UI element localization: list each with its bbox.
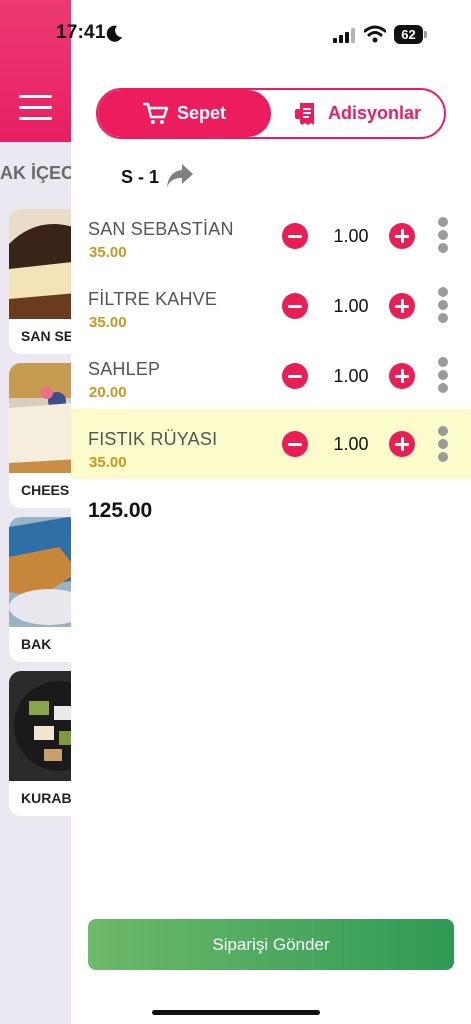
tab-tickets-label: Adisyonlar [327, 103, 422, 123]
moon-icon [106, 25, 122, 42]
status-bar: 17:41 62 [0, 0, 471, 70]
tab-cart[interactable]: Sepet [98, 90, 271, 137]
order-item-name: FISTIK RÜYASI [88, 429, 218, 449]
order-item-quantity: 1.00 [333, 366, 369, 386]
order-item-price: 35.00 [89, 244, 127, 261]
product-image [9, 363, 71, 473]
product-card[interactable]: BAK [9, 517, 71, 662]
battery-indicator: 62 [394, 25, 427, 44]
product-name: KURAB [21, 790, 71, 806]
product-card[interactable]: CHEES [9, 363, 71, 508]
order-item-quantity: 1.00 [333, 226, 369, 246]
status-time: 17:41 [56, 22, 106, 43]
product-name: CHEES [21, 482, 70, 498]
category-label[interactable]: AK İÇEC [0, 163, 71, 184]
order-item-row[interactable]: FİLTRE KAHVE 35.00 1.00 [71, 279, 471, 349]
signal-icon [333, 28, 355, 43]
order-item-name: SAHLEP [88, 359, 161, 379]
home-indicator[interactable] [152, 1010, 320, 1015]
more-options-icon[interactable] [438, 426, 448, 462]
order-item-price: 20.00 [89, 384, 127, 401]
order-item-price: 35.00 [89, 454, 127, 471]
product-panel: AK İÇEC SAN SE CHEES BAK KURAB [0, 0, 71, 1024]
order-item-name: SAN SEBASTİAN [88, 219, 234, 239]
cart-icon [142, 102, 169, 124]
cart-panel: Sepet Adisyonlar S - 1 SAN SEBASTİAN 35.… [71, 0, 471, 1024]
order-item-price: 35.00 [89, 314, 127, 331]
transfer-arrow-icon[interactable] [166, 163, 194, 188]
decrease-quantity-button[interactable] [282, 223, 308, 249]
product-image [9, 517, 71, 627]
increase-quantity-button[interactable] [389, 293, 415, 319]
order-item-quantity: 1.00 [333, 296, 369, 316]
receipt-icon [294, 102, 314, 125]
order-item-row-selected[interactable]: FISTIK RÜYASI 35.00 1.00 [71, 409, 471, 479]
product-image [9, 671, 71, 781]
order-total: 125.00 [88, 499, 153, 522]
more-options-icon[interactable] [438, 357, 448, 393]
decrease-quantity-button[interactable] [282, 431, 308, 457]
hamburger-menu-icon[interactable] [19, 95, 52, 120]
more-options-icon[interactable] [438, 217, 448, 253]
order-item-quantity: 1.00 [333, 434, 369, 454]
table-label: S - 1 [121, 167, 160, 187]
increase-quantity-button[interactable] [389, 363, 415, 389]
wifi-icon [364, 25, 386, 43]
decrease-quantity-button[interactable] [282, 293, 308, 319]
product-name: SAN SE [21, 328, 71, 344]
more-options-icon[interactable] [438, 287, 448, 323]
battery-level: 62 [401, 27, 416, 42]
product-card[interactable]: KURAB [9, 671, 71, 816]
decrease-quantity-button[interactable] [282, 363, 308, 389]
product-card[interactable]: SAN SE [9, 209, 71, 354]
order-item-row[interactable]: SAN SEBASTİAN 35.00 1.00 [71, 209, 471, 279]
product-image [9, 209, 71, 319]
send-order-button[interactable]: Siparişi Gönder [88, 919, 454, 970]
tab-switcher: Sepet Adisyonlar [96, 88, 446, 139]
tab-tickets[interactable]: Adisyonlar [271, 90, 444, 137]
tab-cart-label: Sepet [176, 103, 227, 123]
increase-quantity-button[interactable] [389, 431, 415, 457]
product-name: BAK [21, 636, 52, 652]
increase-quantity-button[interactable] [389, 223, 415, 249]
order-item-name: FİLTRE KAHVE [88, 289, 218, 309]
